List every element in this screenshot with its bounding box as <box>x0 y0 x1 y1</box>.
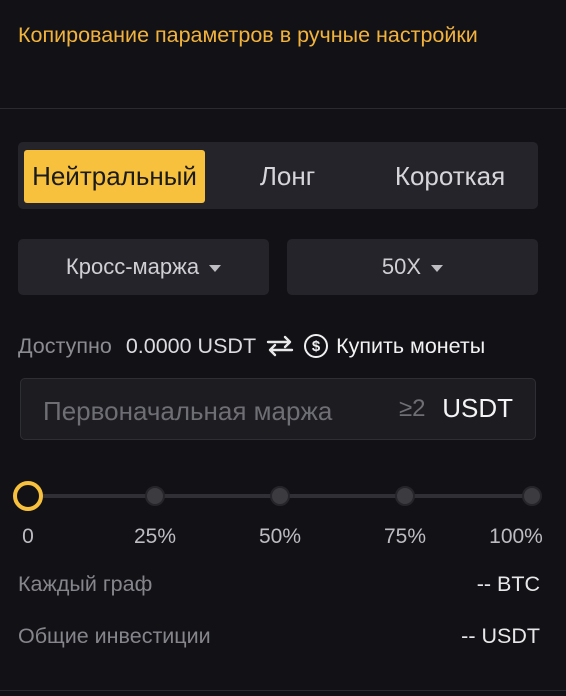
slider-handle[interactable] <box>13 481 43 511</box>
min-amount-hint: ≥2 <box>399 395 425 422</box>
total-investment-label: Общие инвестиции <box>18 623 211 648</box>
slider-label-100: 100% <box>489 525 543 548</box>
margin-unit: USDT <box>442 393 513 423</box>
slider-label-25: 25% <box>133 525 177 548</box>
total-investment-row: Общие инвестиции -- USDT <box>18 621 540 651</box>
leverage-label: 50X <box>381 254 422 279</box>
footer-divider <box>0 690 566 691</box>
available-label: Доступно <box>18 333 112 358</box>
per-grid-label: Каждый граф <box>18 571 153 596</box>
slider-node-75[interactable] <box>395 486 415 506</box>
header-divider <box>0 108 566 109</box>
slider-label-50: 50% <box>258 525 302 548</box>
tab-long[interactable]: Лонг <box>220 150 355 203</box>
page-title: Копирование параметров в ручные настройк… <box>18 23 478 47</box>
tab-short[interactable]: Короткая <box>370 150 530 203</box>
caret-down-icon <box>209 264 222 272</box>
margin-mode-label: Кросс-маржа <box>65 254 200 279</box>
per-grid-row: Каждый граф -- BTC <box>18 569 540 599</box>
leverage-dropdown[interactable]: 50X <box>287 239 538 295</box>
available-value: 0.0000 USDT <box>125 333 257 358</box>
slider-node-50[interactable] <box>270 486 290 506</box>
position-mode-selector: Нейтральный Лонг Короткая <box>18 142 538 209</box>
buy-coins-link[interactable]: Купить монеты <box>336 334 485 359</box>
total-investment-value: -- USDT <box>461 623 540 648</box>
dollar-coin-icon[interactable]: $ <box>304 334 329 358</box>
slider-label-75: 75% <box>383 525 427 548</box>
initial-margin-field: ≥2 USDT <box>20 378 536 440</box>
per-grid-value: -- BTC <box>476 571 540 596</box>
initial-margin-input[interactable] <box>41 391 395 431</box>
slider-node-100[interactable] <box>522 486 542 506</box>
caret-down-icon <box>431 264 444 272</box>
tab-neutral[interactable]: Нейтральный <box>24 150 205 203</box>
swap-arrows-icon[interactable] <box>266 335 294 357</box>
margin-mode-dropdown[interactable]: Кросс-маржа <box>18 239 269 295</box>
available-balance-row: Доступно 0.0000 USDT $ Купить монеты <box>18 331 540 361</box>
slider-node-25[interactable] <box>145 486 165 506</box>
slider-label-0: 0 <box>22 525 34 548</box>
